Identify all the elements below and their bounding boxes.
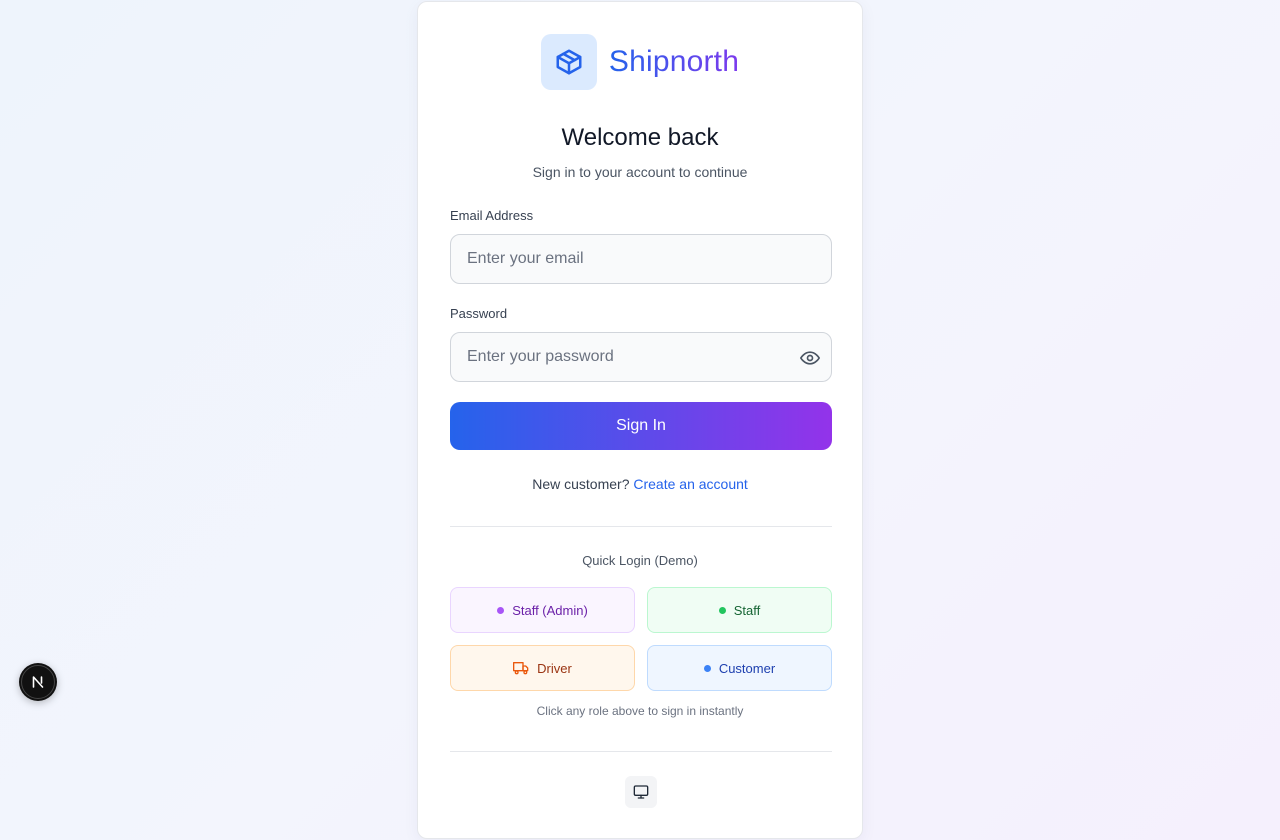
role-label: Staff (Admin) [512, 602, 588, 618]
quick-login-staff-admin-button[interactable]: Staff (Admin) [450, 587, 635, 633]
truck-icon [513, 660, 529, 676]
create-account-link[interactable]: Create an account [633, 476, 747, 492]
new-customer-text: New customer? [532, 476, 630, 492]
new-customer-prompt: New customer? Create an account [418, 476, 862, 492]
nextjs-dev-badge[interactable] [19, 663, 57, 701]
quick-login-staff-button[interactable]: Staff [647, 587, 832, 633]
green-dot-icon [718, 606, 726, 614]
divider [450, 751, 832, 752]
nextjs-icon [21, 665, 55, 699]
monitor-icon [633, 784, 649, 800]
email-input[interactable] [450, 234, 832, 284]
blue-dot-icon [703, 664, 711, 672]
role-label: Driver [537, 660, 572, 676]
page-subtitle: Sign in to your account to continue [532, 164, 748, 180]
brand-name: Shipnorth [608, 45, 740, 78]
quick-login-hint: Click any role above to sign in instantl… [536, 704, 744, 718]
email-label: Email Address [450, 208, 534, 223]
password-label: Password [450, 306, 508, 321]
role-label: Staff [733, 602, 761, 618]
theme-toggle-button[interactable] [625, 776, 657, 808]
role-label: Customer [718, 660, 776, 676]
package-icon [540, 34, 597, 90]
password-input[interactable] [450, 332, 832, 382]
quick-login-customer-button[interactable]: Customer [647, 645, 832, 691]
purple-dot-icon [497, 606, 505, 614]
login-card: Shipnorth Welcome back Sign in to your a… [417, 1, 863, 839]
divider [450, 526, 832, 527]
quick-login-title: Quick Login (Demo) [582, 553, 698, 568]
sign-in-button[interactable]: Sign In [450, 402, 832, 450]
quick-login-driver-button[interactable]: Driver [450, 645, 635, 691]
eye-icon[interactable] [798, 347, 822, 369]
brand-header: Shipnorth [418, 34, 862, 90]
page-title: Welcome back [561, 124, 719, 151]
